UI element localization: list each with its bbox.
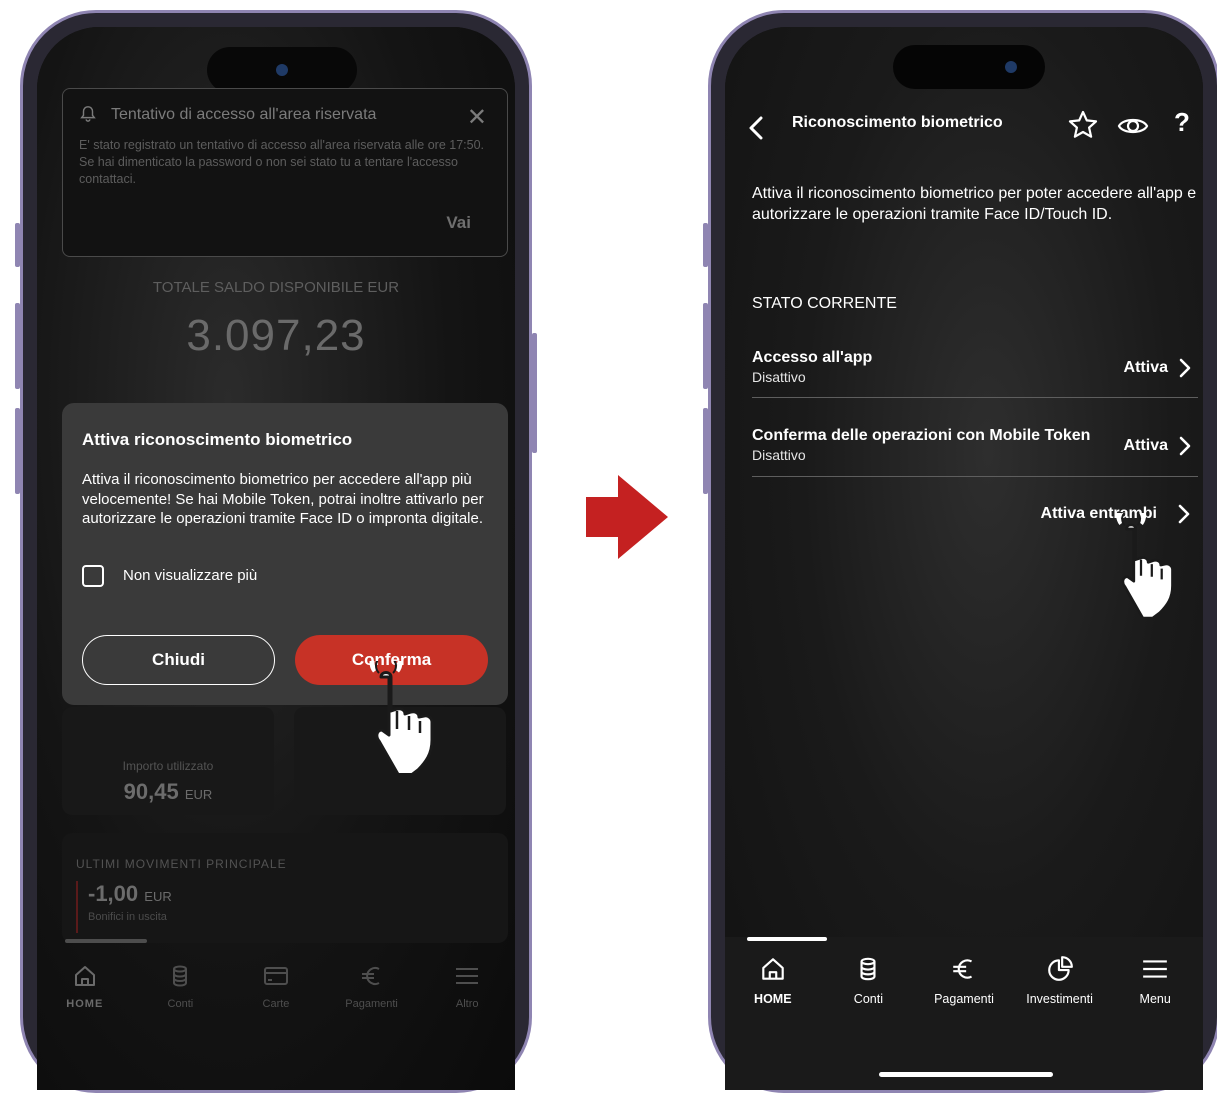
nav-pagamenti[interactable]: Pagamenti xyxy=(324,945,420,1015)
movements-title: ULTIMI MOVIMENTI PRINCIPALE xyxy=(76,857,287,871)
page-title: Riconoscimento biometrico xyxy=(792,114,1003,131)
database-icon xyxy=(173,965,188,987)
nav-conti[interactable]: Conti xyxy=(821,937,917,1007)
modal-text: Attiva il riconoscimento biometrico per … xyxy=(82,471,484,527)
balance-label: TOTALE SALDO DISPONIBILE EUR xyxy=(152,279,400,296)
intro-text: Attiva il riconoscimento biometrico per … xyxy=(752,185,1197,223)
nav-home[interactable]: HOME xyxy=(37,945,133,1015)
notification-title: Tentativo di accesso all'area riservata xyxy=(111,106,377,123)
euro-icon xyxy=(361,967,380,985)
nav-investimenti[interactable]: Investimenti xyxy=(1012,937,1108,1007)
tap-hand-icon xyxy=(1116,513,1174,617)
row-mobile-token[interactable]: Conferma delle operazioni con Mobile Tok… xyxy=(752,427,1198,463)
dont-show-label: Non visualizzare più xyxy=(123,567,258,584)
home-indicator xyxy=(879,1072,1053,1077)
dynamic-island xyxy=(207,47,357,93)
home-icon xyxy=(762,958,784,980)
screen-before: Tentativo di accesso all'area riservata … xyxy=(37,27,515,1090)
dynamic-island xyxy=(893,45,1045,89)
top-bar: Riconoscimento biometrico ? xyxy=(725,99,1203,155)
tap-hand-icon xyxy=(369,661,434,773)
database-icon xyxy=(860,957,876,981)
modal-title: Attiva riconoscimento biometrico xyxy=(82,430,353,449)
card-tile[interactable]: Importo utilizzato 90,45 EUR xyxy=(62,707,274,815)
nav-pagamenti[interactable]: Pagamenti xyxy=(916,937,1012,1007)
close-button[interactable]: Chiudi xyxy=(82,635,275,685)
screen-after: Riconoscimento biometrico ? Attiva il ri… xyxy=(725,27,1203,1090)
pie-chart-icon xyxy=(1047,956,1073,981)
movements-card[interactable]: ULTIMI MOVIMENTI PRINCIPALE -1,00 EUR Bo… xyxy=(62,833,508,943)
movement-type: Bonifici in uscita xyxy=(88,911,167,923)
card-used-value: 90,45 EUR xyxy=(123,779,213,804)
chevron-right-icon xyxy=(1179,436,1191,456)
tutorial-stage: Tentativo di accesso all'area riservata … xyxy=(0,0,1217,1093)
row-app-access[interactable]: Accesso all'app Disattivo Attiva xyxy=(752,349,1198,385)
nav-conti[interactable]: Conti xyxy=(133,945,229,1015)
nav-menu[interactable]: Menu xyxy=(1107,937,1203,1007)
biometric-modal: Attiva riconoscimento biometrico Attiva … xyxy=(62,403,508,705)
login-attempt-notification: Tentativo di accesso all'area riservata … xyxy=(62,88,508,257)
bell-icon xyxy=(80,106,96,122)
back-chevron-icon[interactable] xyxy=(747,115,765,141)
menu-icon xyxy=(456,968,479,984)
card-icon xyxy=(263,967,288,985)
close-icon[interactable]: ✕ xyxy=(467,103,487,132)
help-icon[interactable]: ? xyxy=(1174,107,1190,138)
star-icon[interactable] xyxy=(1067,109,1099,141)
bottom-nav-after: HOME Conti Pagamenti Investimenti Menu xyxy=(725,937,1203,1007)
menu-icon xyxy=(1143,960,1168,978)
next-step-arrow-icon xyxy=(586,475,668,559)
eye-icon[interactable] xyxy=(1117,113,1149,139)
balance-value: 3.097,23 xyxy=(186,311,366,360)
movement-amount: -1,00 EUR xyxy=(88,881,172,906)
euro-icon xyxy=(953,959,973,979)
card-used-label: Importo utilizzato xyxy=(122,759,214,773)
bottom-tab-bar: HOME Conti Pagamenti Investimenti Menu xyxy=(725,937,1203,1090)
dont-show-checkbox[interactable] xyxy=(82,565,104,587)
nav-carte[interactable]: Carte xyxy=(228,945,324,1015)
chevron-right-icon xyxy=(1179,358,1191,378)
home-icon xyxy=(74,966,95,986)
nav-home[interactable]: HOME xyxy=(725,937,821,1007)
phone-after: Riconoscimento biometrico ? Attiva il ri… xyxy=(703,10,1217,1093)
activate-app-access-button[interactable]: Attiva xyxy=(1124,359,1168,377)
nav-altro[interactable]: Altro xyxy=(419,945,515,1015)
notification-go-link[interactable]: Vai xyxy=(446,213,471,233)
phone-before: Tentativo di accesso all'area riservata … xyxy=(15,10,537,1093)
bottom-nav-before: HOME Conti Carte Pagamenti Altro xyxy=(37,945,515,1015)
section-title: STATO CORRENTE xyxy=(752,295,897,312)
notification-body: E' stato registrato un tentativo di acce… xyxy=(79,138,484,186)
activate-mobile-token-button[interactable]: Attiva xyxy=(1124,437,1168,455)
